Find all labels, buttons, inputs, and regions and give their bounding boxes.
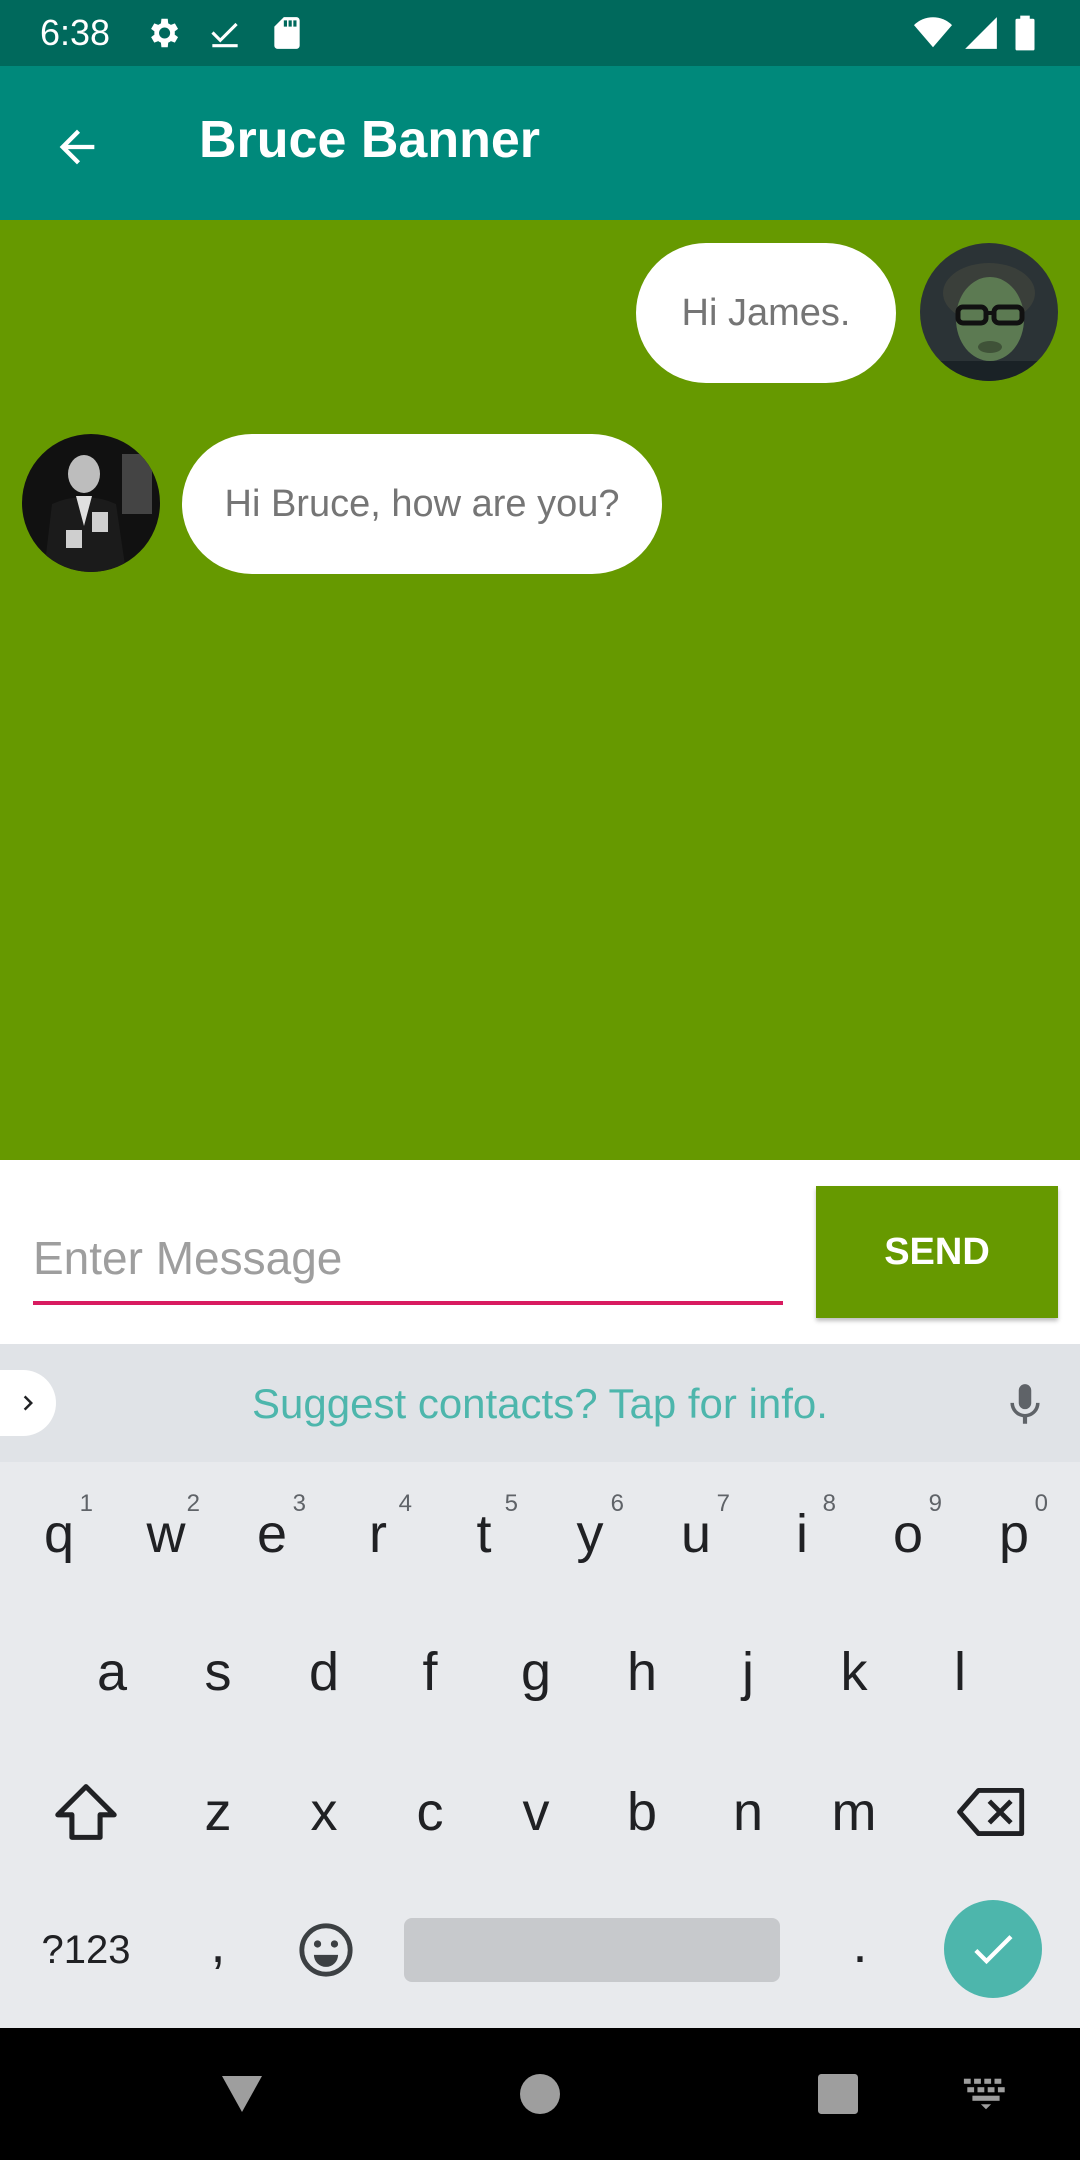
avatar-james — [22, 434, 160, 572]
wifi-icon — [914, 17, 952, 48]
backspace-key[interactable] — [942, 1752, 1042, 1872]
key-v[interactable]: v — [486, 1752, 586, 1872]
status-bar: 6:38 — [0, 0, 1080, 66]
backspace-icon — [957, 1787, 1025, 1837]
keyboard-switch-icon — [963, 2078, 1005, 2110]
key-i[interactable]: i8 — [752, 1474, 852, 1594]
key-d[interactable]: d — [274, 1612, 374, 1732]
key-r[interactable]: r4 — [328, 1474, 428, 1594]
nav-recents-button[interactable] — [802, 2058, 874, 2130]
key-q[interactable]: q1 — [9, 1474, 109, 1594]
gear-icon — [151, 18, 179, 48]
cell-signal-icon — [965, 17, 997, 49]
nav-back-button[interactable] — [206, 2058, 278, 2130]
key-a[interactable]: a — [62, 1612, 162, 1732]
recents-square-icon — [818, 2074, 858, 2114]
arrow-back-icon — [59, 129, 95, 165]
key-x[interactable]: x — [274, 1752, 374, 1872]
shift-icon — [55, 1784, 117, 1840]
key-o[interactable]: o9 — [858, 1474, 958, 1594]
key-l[interactable]: l — [910, 1612, 1010, 1732]
key-s[interactable]: s — [168, 1612, 268, 1732]
message-text: Hi James. — [681, 291, 851, 334]
sd-card-icon — [274, 17, 300, 49]
key-k[interactable]: k — [804, 1612, 904, 1732]
key-b[interactable]: b — [592, 1752, 692, 1872]
suggestion-strip: Suggest contacts? Tap for info. — [0, 1344, 1080, 1462]
period-key[interactable]: . — [810, 1884, 910, 2004]
app-bar: Bruce Banner — [0, 66, 1080, 220]
key-u[interactable]: u7 — [646, 1474, 746, 1594]
done-key[interactable] — [944, 1900, 1042, 1998]
shift-key[interactable] — [36, 1752, 136, 1872]
nav-home-button[interactable] — [504, 2058, 576, 2130]
key-w[interactable]: w2 — [116, 1474, 216, 1594]
page-title: Bruce Banner — [199, 111, 540, 169]
avatar-bruce — [920, 243, 1058, 381]
comma-key[interactable]: , — [168, 1884, 268, 2004]
key-t[interactable]: t5 — [434, 1474, 534, 1594]
checkmark-icon — [974, 1935, 1013, 1965]
composer: SEND — [0, 1160, 1080, 1344]
symbols-key[interactable]: ?123 — [26, 1890, 146, 2010]
key-z[interactable]: z — [168, 1752, 268, 1872]
message-text: Hi Bruce, how are you? — [224, 482, 620, 525]
message-input[interactable] — [33, 1215, 783, 1305]
microphone-icon[interactable] — [1000, 1376, 1050, 1434]
keyboard-switch-button[interactable] — [950, 2058, 1022, 2130]
space-bar[interactable] — [404, 1918, 780, 1982]
soft-keyboard: Suggest contacts? Tap for info. q1 w2 e3… — [0, 1344, 1080, 2028]
key-e[interactable]: e3 — [222, 1474, 322, 1594]
key-f[interactable]: f — [380, 1612, 480, 1732]
key-g[interactable]: g — [486, 1612, 586, 1732]
message-bubble-incoming: Hi Bruce, how are you? — [182, 434, 662, 574]
send-button[interactable]: SEND — [816, 1186, 1058, 1318]
suggestion-text[interactable]: Suggest contacts? Tap for info. — [0, 1380, 1080, 1428]
chat-area[interactable]: Hi James. Hi Bruce, how are you? — [0, 220, 1080, 1160]
home-circle-icon — [520, 2074, 560, 2114]
key-j[interactable]: j — [698, 1612, 798, 1732]
key-c[interactable]: c — [380, 1752, 480, 1872]
message-bubble-outgoing: Hi James. — [636, 243, 896, 383]
battery-icon — [1015, 15, 1035, 51]
key-y[interactable]: y6 — [540, 1474, 640, 1594]
back-button[interactable] — [36, 106, 118, 188]
emoji-icon — [299, 1923, 353, 1977]
back-triangle-icon — [222, 2076, 262, 2112]
key-n[interactable]: n — [698, 1752, 798, 1872]
download-done-icon — [211, 22, 238, 48]
key-m[interactable]: m — [804, 1752, 904, 1872]
emoji-key[interactable] — [276, 1890, 376, 2010]
status-time: 6:38 — [40, 12, 111, 53]
system-nav-bar — [0, 2028, 1080, 2160]
key-h[interactable]: h — [592, 1612, 692, 1732]
key-p[interactable]: p0 — [964, 1474, 1064, 1594]
